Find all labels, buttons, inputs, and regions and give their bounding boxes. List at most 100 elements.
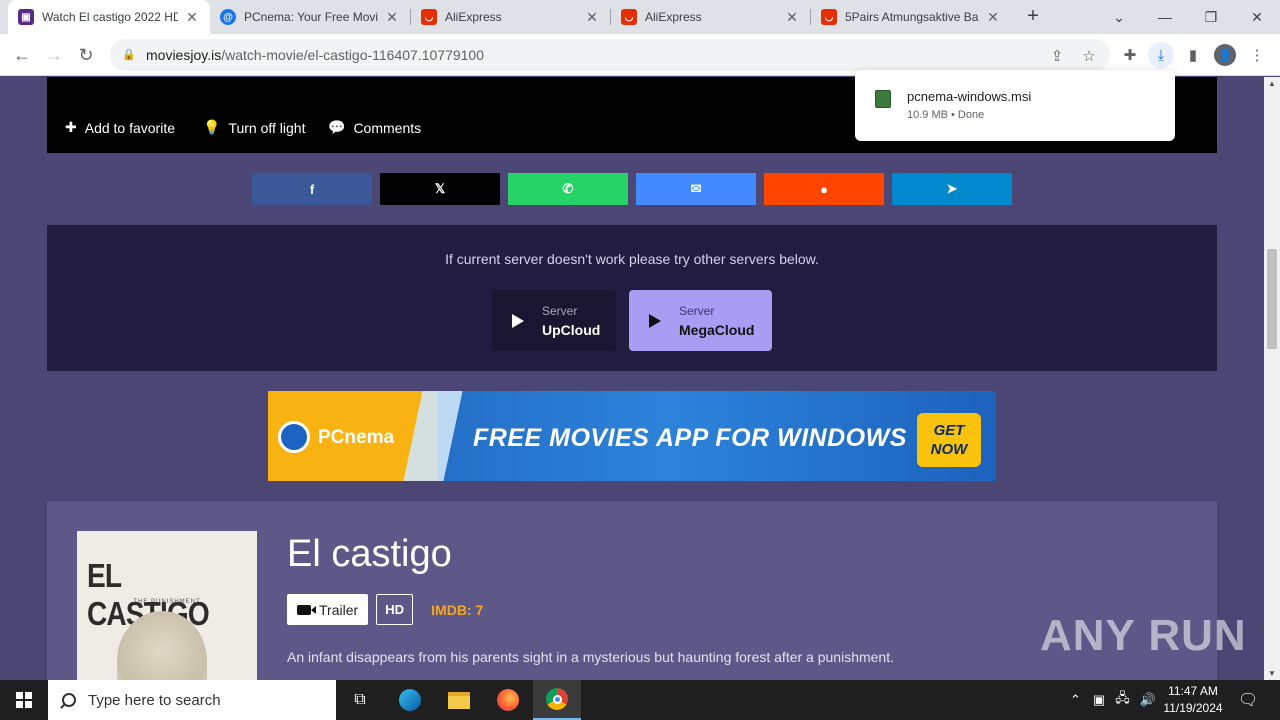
pcnema-logo-icon (278, 421, 310, 453)
movie-description: An infant disappears from his parents si… (287, 649, 894, 665)
show-hidden-icons-icon[interactable]: ⌃ (1070, 692, 1081, 708)
tab-strip: ▣ Watch El castigo 2022 HD ✕ @ PCnema: Y… (0, 0, 1280, 34)
device-icon[interactable]: ▣ (1093, 692, 1105, 708)
server-text: Server MegaCloud (679, 304, 754, 338)
scroll-up-icon[interactable]: ▲ (1268, 79, 1276, 88)
server-label: Server (542, 303, 578, 318)
download-bubble: pcnema-windows.msi 10.9 MB • Done (855, 70, 1175, 141)
taskbar-clock[interactable]: 11:47 AM 11/19/2024 (1160, 683, 1226, 717)
file-explorer-app[interactable] (435, 680, 483, 720)
pcnema-favicon-icon: @ (220, 9, 236, 25)
side-panel-icon[interactable]: ▮ (1180, 42, 1206, 68)
server-upcloud-button[interactable]: Server UpCloud (492, 290, 616, 351)
folder-icon (448, 691, 470, 709)
edge-icon (399, 689, 421, 711)
menu-kebab-icon[interactable]: ⋮ (1244, 42, 1270, 68)
scroll-down-icon[interactable]: ▼ (1268, 669, 1276, 678)
banner-brand: PCnema (318, 427, 395, 448)
tab-pcnema[interactable]: @ PCnema: Your Free Movi ✕ (210, 0, 410, 34)
plus-icon: ✚ (65, 119, 77, 135)
taskbar-search[interactable]: Type here to search (48, 680, 336, 720)
video-camera-icon (297, 604, 316, 615)
play-icon (512, 313, 524, 328)
telegram-icon: ➤ (946, 181, 958, 196)
add-to-favorite-button[interactable]: ✚ Add to favorite (65, 119, 175, 136)
close-window-button[interactable]: ✕ (1234, 0, 1280, 34)
profile-button[interactable]: 👤 (1212, 42, 1238, 68)
trailer-button[interactable]: Trailer (287, 594, 369, 625)
minimize-button[interactable]: — (1142, 0, 1188, 34)
cta-line-2: NOW (930, 441, 968, 458)
close-icon[interactable]: ✕ (184, 9, 200, 26)
cta-line-1: GET (933, 422, 965, 439)
turn-off-light-label: Turn off light (228, 119, 306, 136)
forward-button[interactable]: → (41, 42, 67, 68)
system-tray: ⌃ ▣ 🖧 🔊 (1070, 680, 1156, 720)
url-path: /watch-movie/el-castigo-116407.10779100 (221, 47, 484, 63)
pcnema-ad-banner[interactable]: PCnema FREE MOVIES APP FOR WINDOWS GET N… (268, 391, 996, 481)
server-name: UpCloud (542, 321, 601, 338)
back-button[interactable]: ← (9, 42, 35, 68)
reload-button[interactable]: ↻ (73, 42, 99, 68)
moviesjoy-favicon-icon: ▣ (18, 9, 34, 25)
close-icon[interactable]: ✕ (985, 9, 1001, 26)
chrome-icon (546, 688, 568, 710)
banner-get-now-button[interactable]: GET NOW (917, 413, 981, 467)
download-icon[interactable]: ⤓ (1148, 42, 1174, 68)
lock-icon[interactable]: 🔒 (122, 48, 136, 62)
tab-el-castigo[interactable]: ▣ Watch El castigo 2022 HD ✕ (8, 0, 210, 34)
tab-search-button[interactable]: ⌄ (1096, 0, 1142, 34)
imdb-rating: IMDB: 7 (431, 601, 484, 618)
chrome-icon-center (552, 694, 562, 704)
close-icon[interactable]: ✕ (384, 9, 400, 26)
address-bar[interactable]: 🔒 moviesjoy.is/watch-movie/el-castigo-11… (110, 39, 1110, 71)
aliexpress-favicon-icon: ◡ (821, 9, 837, 25)
movie-tags: Trailer HD IMDB: 7 (287, 594, 483, 625)
restore-button[interactable]: ❐ (1188, 0, 1234, 34)
close-icon[interactable]: ✕ (584, 9, 600, 26)
lightbulb-icon: 💡 (203, 119, 221, 135)
edge-app[interactable] (386, 680, 434, 720)
turn-off-light-button[interactable]: 💡 Turn off light (203, 119, 305, 136)
movie-title: El castigo (287, 533, 452, 575)
share-facebook-button[interactable]: f (252, 173, 372, 205)
server-megacloud-button[interactable]: Server MegaCloud (629, 290, 772, 351)
share-telegram-button[interactable]: ➤ (892, 173, 1012, 205)
network-icon[interactable]: 🖧 (1115, 689, 1130, 711)
share-whatsapp-button[interactable]: ✆ (508, 173, 628, 205)
download-filename[interactable]: pcnema-windows.msi (907, 89, 1031, 104)
movie-poster[interactable]: EL CASTIGO THE PUNISHMENT (77, 531, 257, 680)
tab-title: AliExpress (645, 10, 702, 24)
new-tab-button[interactable]: + (1022, 6, 1044, 28)
share-icon[interactable]: ⇪ (1048, 47, 1066, 65)
aliexpress-favicon-icon: ◡ (421, 9, 437, 25)
page-scrollbar[interactable]: ▲ ▼ (1264, 77, 1280, 680)
bookmark-star-icon[interactable]: ☆ (1080, 47, 1098, 65)
whatsapp-icon: ✆ (562, 181, 574, 196)
clock-date: 11/19/2024 (1163, 701, 1223, 715)
close-icon[interactable]: ✕ (784, 9, 800, 26)
share-reddit-button[interactable]: ● (764, 173, 884, 205)
share-x-button[interactable]: 𝕏 (380, 173, 500, 205)
search-placeholder: Type here to search (88, 691, 221, 709)
volume-icon[interactable]: 🔊 (1140, 692, 1156, 708)
extensions-puzzle-icon[interactable]: ✚ (1117, 42, 1143, 68)
comments-button[interactable]: 💬 Comments (328, 119, 421, 136)
facebook-icon: f (309, 181, 315, 197)
share-messenger-button[interactable]: ✉ (636, 173, 756, 205)
server-text: Server UpCloud (542, 304, 600, 338)
server-message: If current server doesn't work please tr… (445, 251, 819, 267)
start-button[interactable] (0, 680, 48, 720)
firefox-app[interactable] (484, 680, 532, 720)
tab-5pairs[interactable]: ◡ 5Pairs Atmungsaktive Ba ✕ (811, 0, 1011, 34)
task-view-button[interactable]: ⧉ (336, 680, 384, 720)
scrollbar-thumb[interactable] (1267, 249, 1277, 349)
tab-aliexpress-2[interactable]: ◡ AliExpress ✕ (611, 0, 810, 34)
comments-label: Comments (353, 119, 422, 136)
tab-aliexpress-1[interactable]: ◡ AliExpress ✕ (411, 0, 610, 34)
notifications-button[interactable]: 🗨 (1238, 680, 1258, 720)
anyrun-watermark: ANY RUN (1040, 611, 1247, 660)
aliexpress-favicon-icon: ◡ (621, 9, 637, 25)
tab-title: Watch El castigo 2022 HD (42, 10, 178, 24)
chrome-app[interactable] (533, 680, 581, 720)
